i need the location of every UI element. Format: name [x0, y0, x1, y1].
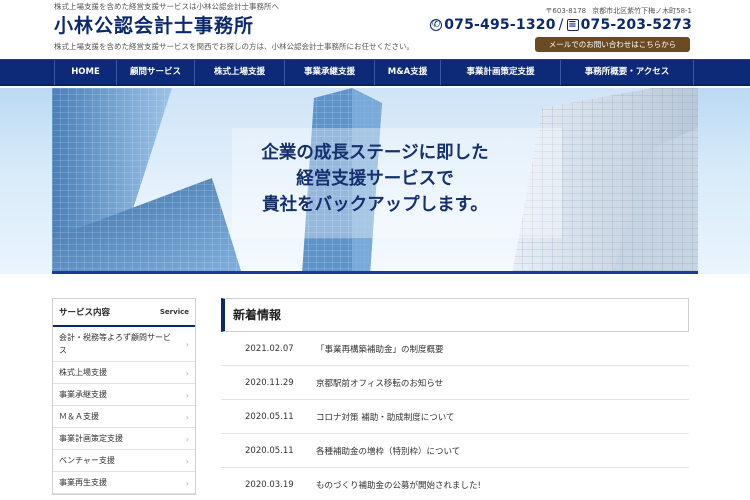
site-logo[interactable]: 小林公認会計士事務所	[54, 11, 254, 38]
sidebar-item-advisory[interactable]: 会計・税務等よろず顧問サービス ›	[53, 327, 195, 362]
chevron-right-icon: ›	[185, 412, 189, 422]
news-item[interactable]: 2020.03.19 ものづくり補助金の公募が開始されました!	[221, 468, 689, 500]
nav-item-advisory[interactable]: 顧問サービス	[116, 60, 194, 85]
sidebar-item-label: Ｍ＆Ａ支援	[59, 412, 99, 421]
news-title-link[interactable]: コロナ対策 補助・助成制度について	[316, 411, 454, 423]
sidebar-heading: サービス内容 Service	[53, 299, 195, 327]
nav-item-office[interactable]: 事務所概要・アクセス	[560, 60, 694, 85]
contact-phones: ✆ 075-495-1320/≡ 075-203-5273	[430, 17, 692, 33]
news-heading: 新着情報	[221, 298, 689, 332]
chevron-right-icon: ›	[185, 478, 189, 488]
site-header: 株式上場支援を含めた経営支援サービスは小林公認会計士事務所へ 小林公認会計士事務…	[0, 0, 750, 58]
nav-item-ipo[interactable]: 株式上場支援	[194, 60, 284, 85]
sidebar-item-label: 事業承継支援	[59, 390, 107, 399]
service-sidebar: サービス内容 Service 会計・税務等よろず顧問サービス › 株式上場支援 …	[52, 298, 196, 495]
sidebar-title-en: Service	[159, 308, 189, 316]
sidebar-item-label: 事業再生支援	[59, 478, 107, 487]
news-date: 2020.05.11	[245, 411, 294, 422]
sidebar-item-label: 事業計画策定支援	[59, 434, 123, 443]
sidebar-item-succession[interactable]: 事業承継支援 ›	[53, 384, 195, 406]
fax-icon: ≡	[566, 19, 579, 31]
hero-line-3: 貴社をバックアップします。	[262, 195, 488, 215]
chevron-right-icon: ›	[185, 456, 189, 466]
nav-item-business-plan[interactable]: 事業計画策定支援	[440, 60, 560, 85]
hero-banner: 企業の成長ステージに即した 経営支援サービスで 貴社をバックアップします。	[0, 88, 750, 274]
postal-code: 〒603-8178	[545, 7, 587, 15]
fax-number: 075-203-5273	[580, 17, 692, 33]
news-item[interactable]: 2020.05.11 各種補助金の増枠（特別枠）について	[221, 434, 689, 468]
sidebar-item-venture[interactable]: ベンチャー支援 ›	[53, 450, 195, 472]
sidebar-title: サービス内容	[59, 308, 111, 318]
news-item[interactable]: 2020.05.11 コロナ対策 補助・助成制度について	[221, 400, 689, 434]
sidebar-item-business-plan[interactable]: 事業計画策定支援 ›	[53, 428, 195, 450]
street-address: 京都市北区紫竹下梅ノ木町58-1	[592, 7, 692, 15]
chevron-right-icon: ›	[185, 434, 189, 444]
chevron-right-icon: ›	[185, 390, 189, 400]
news-date: 2020.03.19	[245, 479, 294, 490]
sidebar-item-label: ベンチャー支援	[59, 456, 115, 465]
nav-item-home[interactable]: HOME	[54, 60, 116, 85]
news-date: 2021.02.07	[245, 343, 294, 354]
news-date: 2020.11.29	[245, 377, 294, 388]
mail-contact-button[interactable]: メールでのお問い合わせはこちらから	[535, 37, 690, 52]
nav-item-succession[interactable]: 事業承継支援	[284, 60, 374, 85]
phone-icon: ✆	[430, 19, 443, 31]
news-title-link[interactable]: ものづくり補助金の公募が開始されました!	[316, 479, 481, 491]
hero-line-2: 経営支援サービスで	[296, 169, 454, 189]
news-title-link[interactable]: 「事業再構築補助金」の制度概要	[316, 343, 444, 355]
hero-headline: 企業の成長ステージに即した 経営支援サービスで 貴社をバックアップします。	[0, 140, 750, 218]
news-title-link[interactable]: 各種補助金の増枠（特別枠）について	[316, 445, 460, 457]
sidebar-item-revitalization[interactable]: 事業再生支援 ›	[53, 472, 195, 494]
news-date: 2020.05.11	[245, 445, 294, 456]
chevron-right-icon: ›	[185, 340, 189, 349]
header-description: 株式上場支援を含めた経営支援サービスを関西でお探しの方は、小林公認会計士事務所に…	[54, 42, 414, 51]
office-address: 〒603-8178 京都市北区紫竹下梅ノ木町58-1	[539, 6, 692, 16]
tel-number[interactable]: 075-495-1320	[444, 17, 555, 33]
hero-line-1: 企業の成長ステージに即した	[261, 143, 489, 163]
news-item[interactable]: 2021.02.07 「事業再構築補助金」の制度概要	[221, 332, 689, 366]
sidebar-item-label: 会計・税務等よろず顧問サービス	[59, 333, 171, 355]
global-nav: HOME 顧問サービス 株式上場支援 事業承継支援 M&A支援 事業計画策定支援…	[0, 59, 750, 86]
news-title-link[interactable]: 京都駅前オフィス移転のお知らせ	[316, 377, 443, 389]
nav-item-ma[interactable]: M&A支援	[374, 60, 440, 85]
chevron-right-icon: ›	[185, 368, 189, 378]
sidebar-item-ma[interactable]: Ｍ＆Ａ支援 ›	[53, 406, 195, 428]
sidebar-item-label: 株式上場支援	[59, 368, 107, 377]
sidebar-item-ipo[interactable]: 株式上場支援 ›	[53, 362, 195, 384]
news-item[interactable]: 2020.11.29 京都駅前オフィス移転のお知らせ	[221, 366, 689, 400]
news-section: 新着情報 2021.02.07 「事業再構築補助金」の制度概要 2020.11.…	[221, 298, 689, 500]
